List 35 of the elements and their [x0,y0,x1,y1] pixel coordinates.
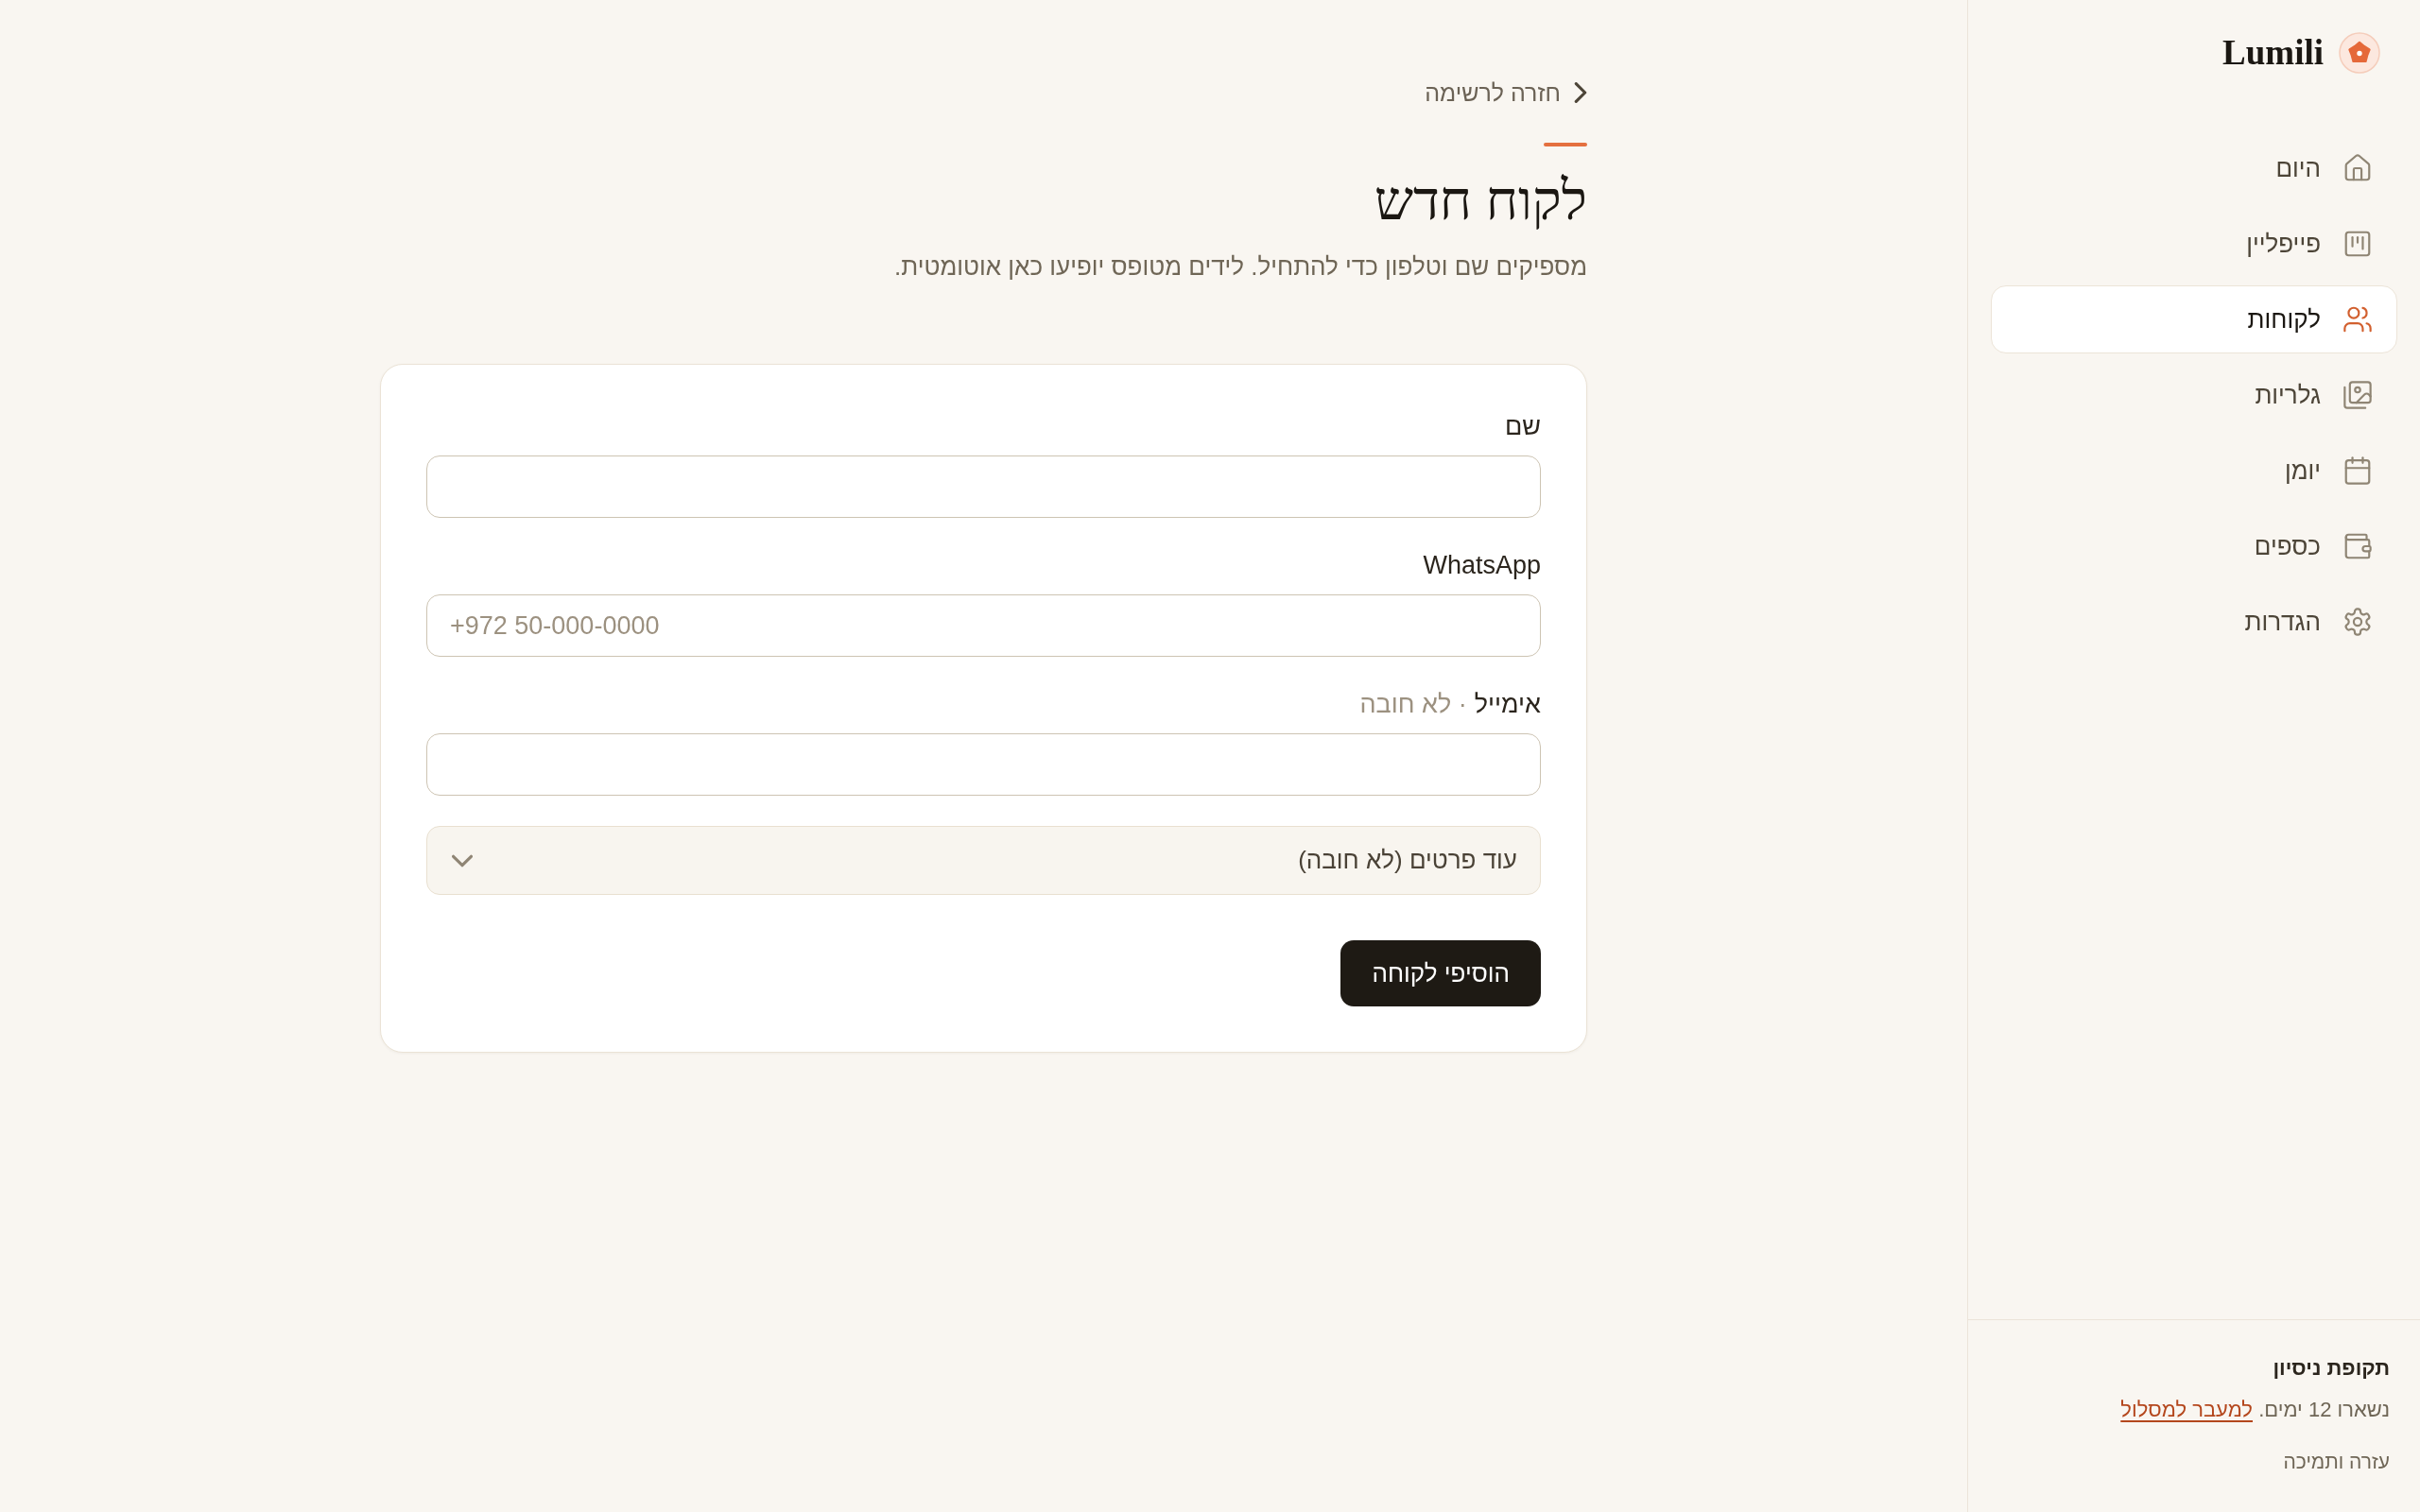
nav-item[interactable]: כספים [1991,512,2397,580]
brand-name: Lumili [2222,32,2324,74]
input-field[interactable] [426,455,1541,518]
images-icon [2343,381,2372,409]
users-icon [2343,305,2372,334]
kanban-icon [2343,230,2372,258]
settings-icon [2343,608,2372,636]
nav-item[interactable]: הגדרות [1991,588,2397,656]
nav-item[interactable]: גלריות [1991,361,2397,429]
input-field[interactable]: +972 50-000-0000 [426,594,1541,657]
nav-item[interactable]: יומן [1991,437,2397,505]
help-link[interactable]: עזרה ותמיכה [2283,1448,2390,1476]
optional-note: · לא חובה [1359,689,1467,720]
input-field[interactable] [426,733,1541,796]
wallet-icon [2343,532,2372,560]
more-details-toggle[interactable]: עוד פרטים (לא חובה) [426,826,1541,895]
field-label: אימייל [1474,689,1541,720]
upgrade-link[interactable]: למעבר למסלול [2120,1398,2253,1421]
chevron-right-icon [1574,82,1587,103]
field-label: שם [1504,411,1541,442]
pentagon-logo-icon [2339,32,2380,74]
back-link[interactable]: חזרה לרשימה [1425,76,1587,110]
chevron-down-icon [452,853,473,868]
accent-bar [1544,143,1587,146]
nav-item[interactable]: היום [1991,134,2397,202]
home-icon [2343,154,2372,182]
calendar-icon [2343,456,2372,485]
field-label: WhatsApp [1423,550,1541,581]
nav-item[interactable]: פייפליין [1991,210,2397,278]
trial-message: נשארו 12 ימים. למעבר למסלול [2120,1397,2390,1423]
trial-title: תקופת ניסיון [2273,1355,2390,1382]
submit-button[interactable]: הוסיפי לקוחה [1340,940,1541,1006]
page-title: לקוח חדש [1374,169,1587,232]
nav-item[interactable]: לקוחות [1991,285,2397,353]
page-subtitle: מספיקים שם וטלפון כדי להתחיל. לידים מטופס יופיעו כאן אוטומטית. [894,251,1587,283]
